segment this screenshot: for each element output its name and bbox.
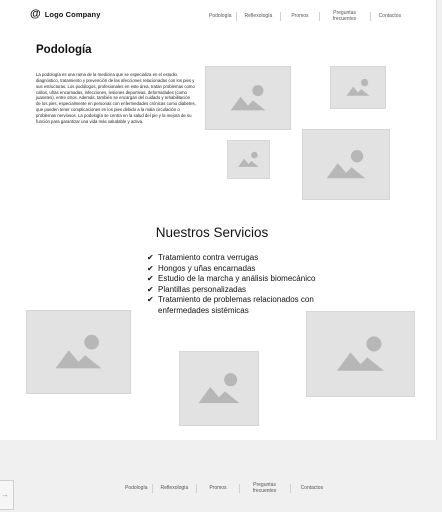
list-item: ✔ Plantillas personalizadas — [147, 285, 337, 296]
nav-item-podologia[interactable]: Podología — [205, 13, 236, 19]
logo-text: Logo Company — [44, 9, 101, 19]
list-item: ✔ Tratamiento contra verrugas — [147, 253, 337, 264]
footer-item-contactos[interactable]: Contactos — [291, 485, 334, 491]
footer-nav: Podología Reflexología Promos Preguntas … — [121, 480, 333, 496]
image-placeholder-icon — [227, 140, 270, 179]
image-placeholder-icon — [26, 310, 131, 394]
service-label: Estudio de la marcha y análisis biomecán… — [158, 274, 316, 284]
page-container: @ Logo Company Podología Reflexología Pr… — [0, 0, 437, 440]
at-sign-icon: @ — [30, 8, 41, 20]
checkmark-icon: ✔ — [147, 295, 154, 305]
service-label: Tratamiento de problemas relacionados co… — [158, 295, 314, 315]
scroll-tab[interactable]: → — [0, 480, 14, 510]
services-list: ✔ Tratamiento contra verrugas ✔ Hongos y u… — [147, 253, 337, 317]
image-placeholder-icon — [179, 351, 259, 426]
image-placeholder-icon — [205, 66, 291, 130]
list-item: ✔ Estudio de la marcha y análisis biomecá… — [147, 274, 337, 285]
arrow-icon: → — [1, 490, 9, 499]
list-item: ✔ Hongos y uñas encarnadas — [147, 264, 337, 275]
nav-item-promos[interactable]: Promos — [281, 13, 318, 19]
checkmark-icon: ✔ — [147, 253, 154, 262]
section-title-podologia: Podología — [36, 44, 92, 56]
section-title-servicios: Nuestros Servicios — [155, 225, 269, 240]
checkmark-icon: ✔ — [147, 274, 154, 284]
nav-item-preguntas-frecuentes[interactable]: Preguntas frecuentes — [320, 10, 370, 22]
service-label: Plantillas personalizadas — [158, 284, 247, 294]
footer-item-reflexologia[interactable]: Reflexología — [153, 485, 197, 491]
service-label: Tratamiento contra verrugas — [158, 253, 259, 262]
footer-item-preguntas-frecuentes[interactable]: Preguntas frecuentes — [240, 482, 290, 494]
podologia-description: La podología es una rama de la medicina … — [36, 72, 196, 124]
checkmark-icon: ✔ — [147, 263, 154, 273]
footer-item-promos[interactable]: Promos — [197, 485, 238, 491]
image-placeholder-icon — [306, 311, 415, 397]
checkmark-icon: ✔ — [147, 284, 154, 294]
nav-item-contactos[interactable]: Contactos — [371, 13, 410, 19]
image-placeholder-icon — [330, 66, 386, 109]
footer-item-podologia[interactable]: Podología — [121, 485, 152, 491]
top-nav: Podología Reflexología Promos Preguntas … — [205, 6, 409, 26]
logo[interactable]: @ Logo Company — [30, 8, 101, 20]
image-placeholder-icon — [302, 129, 390, 200]
nav-item-reflexologia[interactable]: Reflexología — [237, 13, 281, 19]
service-label: Hongos y uñas encarnadas — [158, 263, 256, 273]
header: @ Logo Company Podología Reflexología Pr… — [0, 0, 436, 30]
